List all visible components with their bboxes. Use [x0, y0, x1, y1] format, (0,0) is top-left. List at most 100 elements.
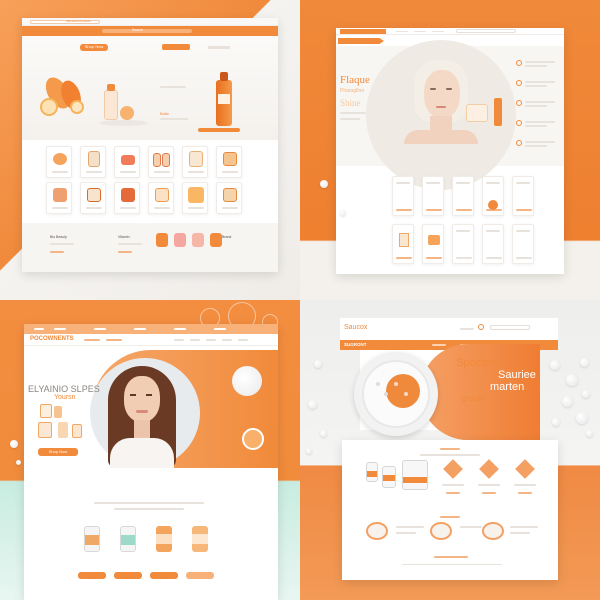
- logo: Saucox: [344, 324, 368, 331]
- badge-circle: [242, 428, 264, 450]
- buy-button[interactable]: [150, 572, 178, 579]
- tall-bottle-cap: [220, 72, 228, 81]
- product-card[interactable]: [182, 182, 208, 214]
- product-card[interactable]: [148, 182, 174, 214]
- cream-jar: [466, 104, 488, 122]
- info-card[interactable]: [422, 176, 444, 216]
- product-bottle[interactable]: [366, 462, 378, 482]
- product-card[interactable]: [392, 224, 414, 264]
- hero-cta-bar[interactable]: [198, 128, 240, 132]
- breadcrumb[interactable]: [338, 38, 384, 44]
- product-card[interactable]: [216, 182, 242, 214]
- product-thumb[interactable]: [482, 522, 504, 540]
- buy-button[interactable]: [186, 572, 214, 579]
- product-card[interactable]: [422, 224, 444, 264]
- floating-bubble: [232, 366, 262, 396]
- panel-model-hero: POCOWNENTS ELYAINIO SLPES Yoursn Shop No…: [0, 300, 300, 600]
- hero-title: ELYAINIO SLPES: [28, 384, 100, 394]
- bottle-cap: [107, 84, 115, 91]
- product-card[interactable]: [148, 146, 174, 178]
- info-card[interactable]: [392, 176, 414, 216]
- product-card[interactable]: [46, 182, 72, 214]
- product-bottle[interactable]: [382, 466, 396, 488]
- footer-jar: [192, 233, 204, 247]
- hero-button[interactable]: Shop Now: [38, 448, 78, 456]
- product-card[interactable]: [46, 146, 72, 178]
- hero-line4: grount: [462, 394, 485, 403]
- footer-jar: [210, 233, 222, 247]
- hero-subtitle: Yoursn: [54, 394, 76, 401]
- product-bottle[interactable]: [84, 526, 100, 552]
- search-input[interactable]: [490, 325, 530, 330]
- product-card[interactable]: [114, 182, 140, 214]
- section-left-b: Vitamin: [118, 235, 130, 239]
- product-card[interactable]: [114, 146, 140, 178]
- info-card[interactable]: [512, 176, 534, 216]
- brand-bar: POCOWNENTS: [24, 334, 278, 346]
- cream-jar: [120, 106, 134, 120]
- info-card[interactable]: [452, 176, 474, 216]
- product-card[interactable]: [216, 146, 242, 178]
- content-window: [342, 440, 558, 580]
- hero-line3: marten: [490, 381, 525, 393]
- brand-logo: POCOWNENTS: [30, 336, 74, 342]
- product-bottle[interactable]: [156, 526, 172, 552]
- search-input[interactable]: [456, 29, 516, 33]
- search-label: Search: [132, 28, 144, 32]
- promo-tag[interactable]: [162, 44, 190, 50]
- browser-window: Skincare Products Search Shop Now Bottle: [22, 18, 278, 272]
- info-card[interactable]: [452, 224, 474, 264]
- hero-section: Shop Now Bottle: [22, 36, 278, 140]
- orange-slices-image: [40, 73, 90, 116]
- section-left-a: Bio Beauty: [50, 235, 67, 239]
- footer-jar: [174, 233, 186, 247]
- info-card[interactable]: [512, 224, 534, 264]
- product-card[interactable]: [80, 182, 106, 214]
- footer-jar: [156, 233, 168, 247]
- product-bottle[interactable]: [120, 526, 136, 552]
- hero-button[interactable]: Shop Now: [80, 44, 108, 51]
- browser-toolbar: Skincare Products: [22, 18, 278, 26]
- hero-sub2: Shine: [340, 98, 361, 108]
- panel-portrait-hero: Flaque Pharaglher Shine: [300, 0, 600, 300]
- nav-bar: Search: [22, 26, 278, 36]
- serum-bottle: [494, 98, 502, 126]
- portrait-image: [404, 60, 478, 144]
- panel-product-grid: Skincare Products Search Shop Now Bottle: [0, 0, 300, 300]
- buy-button[interactable]: [114, 572, 142, 579]
- panel-cream-hero: Saucox SUGRONT Spectping Sauriee marten …: [300, 300, 600, 600]
- product-card[interactable]: [80, 146, 106, 178]
- buy-button[interactable]: [78, 572, 106, 579]
- info-card[interactable]: [482, 176, 504, 216]
- header-text: Skincare Products: [66, 19, 91, 23]
- hero-subtitle: Pharaglher: [340, 88, 365, 94]
- product-base: [100, 120, 148, 126]
- model-portrait: [102, 360, 182, 468]
- feature-badge: [515, 459, 535, 479]
- search-input[interactable]: [102, 29, 192, 33]
- accent-dot: [488, 200, 498, 210]
- product-thumb[interactable]: [366, 522, 388, 540]
- nav-tab-active[interactable]: [340, 29, 386, 34]
- browser-window: POCOWNENTS ELYAINIO SLPES Yoursn Shop No…: [24, 324, 278, 600]
- top-nav: [336, 28, 564, 35]
- product-card[interactable]: [182, 146, 208, 178]
- section-right-a: Brand: [222, 235, 232, 239]
- product-box[interactable]: [402, 460, 428, 490]
- product-bottle[interactable]: [192, 526, 208, 552]
- hero-line2: Sauriee: [498, 369, 536, 381]
- browser-window: Flaque Pharaglher Shine: [336, 28, 564, 274]
- hero-section: Flaque Pharaglher Shine: [336, 40, 564, 190]
- bottle-label: [218, 94, 230, 104]
- product-caption: Bottle: [160, 112, 169, 116]
- info-card[interactable]: [482, 224, 504, 264]
- top-header: Saucox: [340, 318, 558, 342]
- menu-line: [208, 46, 230, 49]
- product-thumb[interactable]: [430, 522, 452, 540]
- nav-title: SUGRONT: [344, 342, 367, 347]
- cart-icon[interactable]: [478, 324, 484, 330]
- feature-badge: [443, 459, 463, 479]
- feature-badge: [479, 459, 499, 479]
- top-nav: [24, 324, 278, 334]
- footer-section: Bio Beauty Vitamin Brand: [22, 223, 278, 272]
